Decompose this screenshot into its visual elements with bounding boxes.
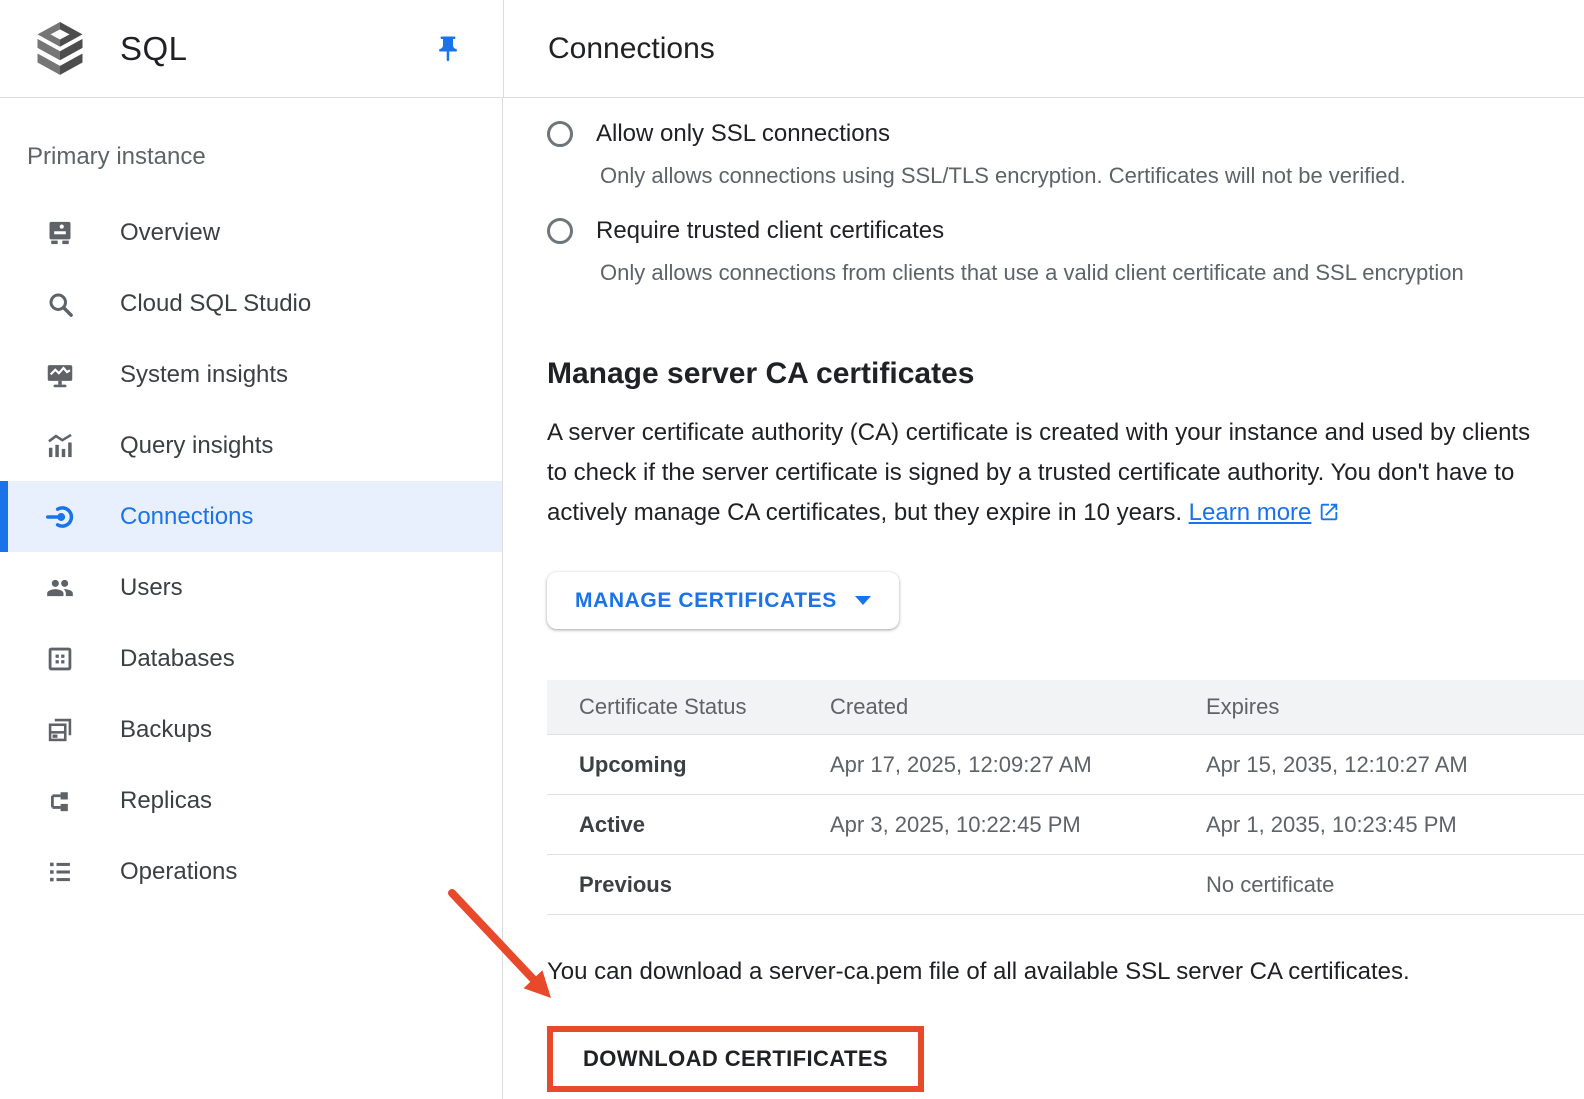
cloud-sql-logo [34,23,86,75]
download-note: You can download a server-ca.pem file of… [547,958,1584,986]
sidebar-item-system-insights[interactable]: System insights [0,339,502,410]
sidebar-item-label: Connections [120,503,253,531]
radio-allow-only-ssl[interactable] [547,121,573,147]
radio-description: Only allows connections using SSL/TLS en… [600,162,1584,190]
backups-icon [46,716,74,744]
table-row: Previous No certificate [547,855,1584,915]
chevron-down-icon [855,596,871,605]
system-insights-icon [46,361,74,389]
sidebar-item-cloud-sql-studio[interactable]: Cloud SQL Studio [0,268,502,339]
sidebar-item-label: Cloud SQL Studio [120,290,311,318]
learn-more-link[interactable]: Learn more [1189,499,1341,526]
cert-created [829,855,1205,915]
sidebar-item-backups[interactable]: Backups [0,694,502,765]
databases-icon [46,645,74,673]
table-header-row: Certificate Status Created Expires [547,680,1584,735]
table-row: Active Apr 3, 2025, 10:22:45 PM Apr 1, 2… [547,795,1584,855]
manage-ca-body-text: A server certificate authority (CA) cert… [547,419,1530,526]
table-row: Upcoming Apr 17, 2025, 12:09:27 AM Apr 1… [547,735,1584,795]
cert-created: Apr 3, 2025, 10:22:45 PM [829,795,1205,855]
sidebar-item-replicas[interactable]: Replicas [0,765,502,836]
column-expires: Expires [1205,680,1584,735]
sidebar-item-label: Databases [120,645,235,673]
sidebar-header: SQL [0,0,504,97]
sidebar-item-overview[interactable]: Overview [0,197,502,268]
cert-expires: No certificate [1205,855,1584,915]
download-certificates-button[interactable]: DOWNLOAD CERTIFICATES [553,1032,918,1086]
cert-expires: Apr 1, 2035, 10:23:45 PM [1205,795,1584,855]
app-title: SQL [120,30,188,68]
sidebar: Primary instance Overview Cloud SQL Stud… [0,98,503,1099]
certificates-table: Certificate Status Created Expires Upcom… [547,680,1584,915]
main-content: Allow only SSL connections Only allows c… [503,98,1584,1099]
connections-icon [46,503,74,531]
sidebar-item-label: Query insights [120,432,273,460]
column-certificate-status: Certificate Status [547,680,829,735]
cert-status: Active [547,795,829,855]
learn-more-label: Learn more [1189,499,1312,526]
operations-icon [46,858,74,886]
manage-certificates-label: MANAGE CERTIFICATES [575,589,837,613]
sidebar-item-label: System insights [120,361,288,389]
ssl-option-allow-only-ssl[interactable]: Allow only SSL connections [547,120,1584,148]
users-icon [46,574,74,602]
manage-ca-description: A server certificate authority (CA) cert… [547,413,1537,536]
app-header: SQL Connections [0,0,1584,98]
sidebar-item-connections[interactable]: Connections [0,481,502,552]
sidebar-section-label: Primary instance [0,143,502,171]
radio-require-client-certs[interactable] [547,218,573,244]
ssl-options: Allow only SSL connections Only allows c… [547,120,1584,287]
cloud-sql-logo-icon [37,22,83,76]
manage-certificates-button[interactable]: MANAGE CERTIFICATES [547,572,899,629]
manage-ca-heading: Manage server CA certificates [547,357,1584,391]
search-icon [46,290,74,318]
radio-description: Only allows connections from clients tha… [600,259,1584,287]
sidebar-item-databases[interactable]: Databases [0,623,502,694]
cert-created: Apr 17, 2025, 12:09:27 AM [829,735,1205,795]
radio-label: Require trusted client certificates [596,217,944,245]
pin-icon[interactable] [433,34,463,64]
cert-expires: Apr 15, 2035, 12:10:27 AM [1205,735,1584,795]
sidebar-item-operations[interactable]: Operations [0,836,502,907]
overview-icon [46,219,74,247]
sidebar-item-label: Backups [120,716,212,744]
cert-status: Upcoming [547,735,829,795]
replicas-icon [46,787,74,815]
radio-label: Allow only SSL connections [596,120,890,148]
main-header: Connections [504,0,1584,97]
sidebar-item-users[interactable]: Users [0,552,502,623]
query-insights-icon [46,432,74,460]
cert-status: Previous [547,855,829,915]
sidebar-item-label: Operations [120,858,237,886]
external-link-icon [1318,496,1340,536]
sidebar-item-query-insights[interactable]: Query insights [0,410,502,481]
ssl-option-require-client-certs[interactable]: Require trusted client certificates [547,217,1584,245]
sidebar-item-label: Users [120,574,183,602]
sidebar-item-label: Replicas [120,787,212,815]
annotation-box: DOWNLOAD CERTIFICATES [547,1026,924,1092]
page-title: Connections [548,32,715,66]
sidebar-item-label: Overview [120,219,220,247]
column-created: Created [829,680,1205,735]
